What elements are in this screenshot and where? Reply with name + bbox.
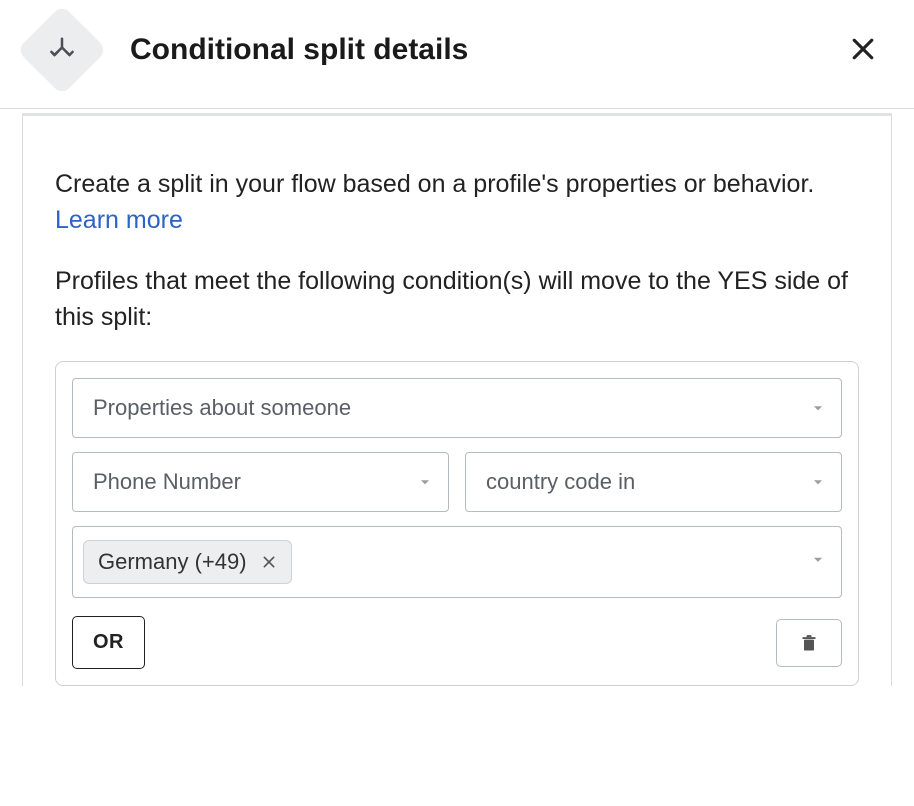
condition-panel: Create a split in your flow based on a p…: [22, 113, 892, 686]
condition-group: Properties about someone Phone Number co…: [55, 361, 859, 686]
close-icon: [848, 34, 878, 64]
property-select[interactable]: Phone Number: [72, 452, 449, 512]
trash-icon: [799, 632, 819, 654]
panel-header: Conditional split details: [0, 0, 914, 109]
panel-body: Create a split in your flow based on a p…: [0, 109, 914, 686]
learn-more-link[interactable]: Learn more: [55, 206, 183, 234]
property-select-value: Phone Number: [93, 469, 241, 495]
close-button[interactable]: [842, 28, 884, 73]
chevron-down-icon: [811, 469, 825, 495]
chevron-down-icon: [811, 395, 825, 421]
chevron-down-icon: [418, 469, 432, 495]
chip-label: Germany (+49): [98, 549, 247, 575]
operator-select-value: country code in: [486, 469, 635, 495]
panel-title: Conditional split details: [130, 33, 842, 67]
condition-footer: OR: [72, 616, 842, 669]
condition-type-value: Properties about someone: [93, 395, 351, 421]
intro-text-content: Create a split in your flow based on a p…: [55, 170, 814, 198]
condition-type-select[interactable]: Properties about someone: [72, 378, 842, 438]
split-icon: [17, 5, 108, 96]
intro-text: Create a split in your flow based on a p…: [55, 166, 859, 239]
operator-select[interactable]: country code in: [465, 452, 842, 512]
value-multiselect[interactable]: Germany (+49): [72, 526, 842, 598]
close-icon: [261, 554, 277, 570]
chip-remove-button[interactable]: [259, 552, 279, 572]
condition-heading: Profiles that meet the following conditi…: [55, 263, 859, 336]
delete-condition-button[interactable]: [776, 619, 842, 667]
selected-value-chip: Germany (+49): [83, 540, 292, 584]
or-button[interactable]: OR: [72, 616, 145, 669]
chevron-down-icon: [811, 553, 825, 572]
